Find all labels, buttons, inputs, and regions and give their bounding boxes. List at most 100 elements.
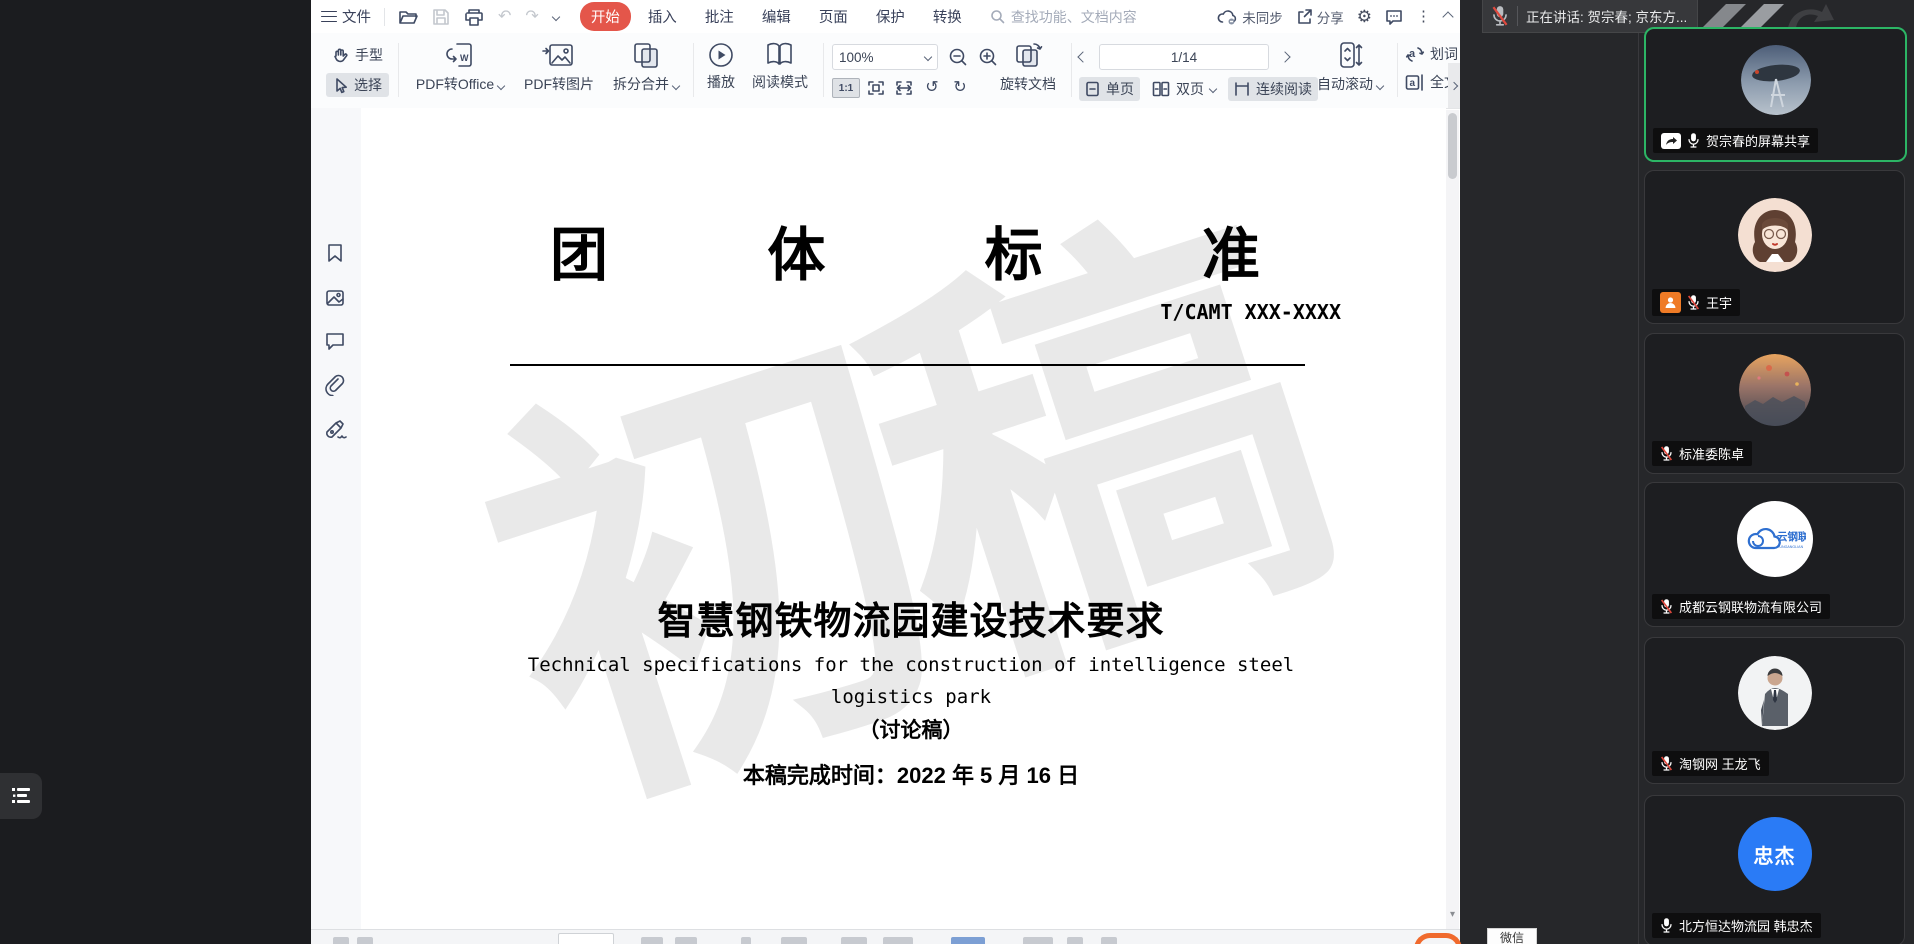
svg-text:a: a <box>1409 48 1416 60</box>
pdf-to-image-label: PDF转图片 <box>524 74 594 94</box>
pdf-to-office-button[interactable]: W PDF转Office <box>407 41 513 94</box>
sync-label: 未同步 <box>1242 7 1283 27</box>
heading-char: 标 <box>985 208 1043 292</box>
participant-tile[interactable]: 淘钢网 王龙飞 <box>1644 637 1905 784</box>
participant-name: 王宇 <box>1706 293 1732 312</box>
settings-button[interactable]: ⚙ <box>1357 8 1372 25</box>
tab-insert[interactable]: 插入 <box>637 2 688 31</box>
menu-bar: 文件 ↶ ↷ 开始 插入 批注 编辑 页面 保护 转换 查找 <box>311 0 1460 33</box>
double-page-button[interactable]: 双页 <box>1146 77 1222 101</box>
tab-comment[interactable]: 批注 <box>694 2 745 31</box>
statusbar-icon[interactable] <box>781 937 807 944</box>
open-button[interactable] <box>398 8 418 26</box>
actual-size-button[interactable]: 1:1 <box>832 78 860 98</box>
avatar <box>1739 354 1811 426</box>
images-button[interactable] <box>324 287 346 309</box>
scroll-down-arrow[interactable]: ▾ <box>1446 909 1459 920</box>
share-button[interactable]: 分享 <box>1296 7 1344 27</box>
auto-scroll-button[interactable]: 自动滚动 <box>1311 41 1389 94</box>
statusbar-icon[interactable] <box>883 937 913 944</box>
fit-page-button[interactable] <box>864 77 888 99</box>
attachments-button[interactable] <box>324 374 346 396</box>
statusbar-icon[interactable] <box>1067 937 1083 944</box>
quick-access-dropdown[interactable] <box>553 14 559 20</box>
kebab-icon: ⋮ <box>1416 9 1431 24</box>
svg-text:W: W <box>460 53 469 63</box>
statusbar-icon[interactable] <box>1023 937 1053 944</box>
mic-muted-icon <box>1660 445 1673 462</box>
play-button[interactable]: 播放 <box>701 41 741 92</box>
hand-tool-button[interactable]: 手型 <box>326 43 389 67</box>
page-indicator[interactable]: 1/14 <box>1099 44 1269 70</box>
statusbar-icon[interactable] <box>1101 937 1117 944</box>
bookmarks-button[interactable] <box>324 242 346 264</box>
file-menu[interactable]: 文件 <box>321 6 371 27</box>
split-merge-button[interactable]: 拆分合并 <box>605 41 687 94</box>
document-page[interactable]: 初稿 团 体 标 准 T/CAMT XXX-XXXX 智慧钢铁物流园建设技术要求… <box>361 108 1446 930</box>
tab-protect[interactable]: 保护 <box>865 2 916 31</box>
previous-page-button[interactable] <box>1077 51 1088 62</box>
participant-tile[interactable]: 王宇 <box>1644 170 1905 324</box>
scrollbar-thumb[interactable] <box>1448 113 1457 179</box>
sync-status[interactable]: 未同步 <box>1217 7 1283 27</box>
pdf-to-image-button[interactable]: PDF转图片 <box>519 41 599 94</box>
save-button[interactable] <box>432 8 450 26</box>
dropdown-icon <box>672 82 680 90</box>
zoom-out-button[interactable] <box>948 47 968 67</box>
tab-edit[interactable]: 编辑 <box>751 2 802 31</box>
auto-scroll-icon <box>1335 41 1365 71</box>
rotate-right-button[interactable]: ↻ <box>948 77 972 99</box>
statusbar-icon[interactable] <box>357 937 373 944</box>
single-page-button[interactable]: 单页 <box>1079 77 1140 101</box>
search-box[interactable]: 查找功能、文档内容 <box>990 7 1137 27</box>
redo-button[interactable]: ↷ <box>525 9 538 25</box>
divider <box>384 8 385 26</box>
participant-tile[interactable]: 云钢联 YUNGANGLIAN 成都云钢联物流有限公司 <box>1644 482 1905 627</box>
statusbar-icon[interactable] <box>841 937 867 944</box>
cloud-sync-icon <box>1217 9 1238 25</box>
tab-convert[interactable]: 转换 <box>922 2 973 31</box>
print-button[interactable] <box>464 8 484 26</box>
mic-muted-icon <box>1660 598 1673 615</box>
undo-button[interactable]: ↶ <box>498 9 511 25</box>
chat-icon <box>1385 9 1403 25</box>
statusbar-icon[interactable] <box>675 937 697 944</box>
zoom-level-select[interactable]: 100% <box>832 44 938 70</box>
read-mode-button[interactable]: 阅读模式 <box>747 41 813 92</box>
participant-tile[interactable]: 贺宗春的屏幕共享 <box>1644 27 1907 162</box>
mic-muted-icon <box>1660 755 1673 772</box>
word-translate-button[interactable]: a 划词 <box>1405 44 1460 64</box>
muted-mic-icon <box>1491 5 1509 27</box>
statusbar-icon[interactable] <box>951 937 985 944</box>
feedback-button[interactable] <box>1385 9 1403 25</box>
signature-button[interactable] <box>324 418 347 440</box>
collapse-toolbar-button[interactable] <box>1444 13 1452 21</box>
rotate-left-button[interactable]: ↺ <box>920 77 944 99</box>
comments-button[interactable] <box>324 331 346 351</box>
tab-page[interactable]: 页面 <box>808 2 859 31</box>
tab-home[interactable]: 开始 <box>580 2 631 31</box>
continuous-read-button[interactable]: 连续阅读 <box>1228 77 1318 101</box>
more-button[interactable]: ⋮ <box>1416 9 1431 24</box>
participant-tile[interactable]: 标准委陈卓 <box>1644 333 1905 474</box>
split-merge-icon <box>630 41 662 71</box>
statusbar-icon[interactable] <box>641 937 663 944</box>
hamburger-icon <box>321 11 337 23</box>
vertical-scrollbar[interactable]: ▾ <box>1446 110 1459 930</box>
rotate-right-icon: ↻ <box>953 80 966 96</box>
ribbon-expander[interactable] <box>1448 63 1460 108</box>
participant-tile[interactable]: 忠杰 北方恒达物流园 韩忠杰 <box>1644 795 1905 944</box>
completion-date-line: 本稿完成时间：2022 年 5 月 16 日 <box>381 758 1441 790</box>
select-tool-button[interactable]: 选择 <box>326 73 389 97</box>
read-mode-label: 阅读模式 <box>752 72 808 92</box>
rotate-document-button[interactable]: 旋转文档 <box>995 41 1061 94</box>
statusbar-icon[interactable] <box>741 937 751 944</box>
fit-width-button[interactable] <box>892 77 916 99</box>
statusbar-icon[interactable] <box>333 937 349 944</box>
statusbar-page-input[interactable] <box>558 933 614 944</box>
outline-panel-button[interactable] <box>0 773 42 819</box>
chevron-right-icon <box>1450 81 1458 89</box>
panel-divider <box>1638 0 1639 944</box>
next-page-button[interactable] <box>1279 51 1290 62</box>
continuous-read-icon <box>1234 81 1250 97</box>
